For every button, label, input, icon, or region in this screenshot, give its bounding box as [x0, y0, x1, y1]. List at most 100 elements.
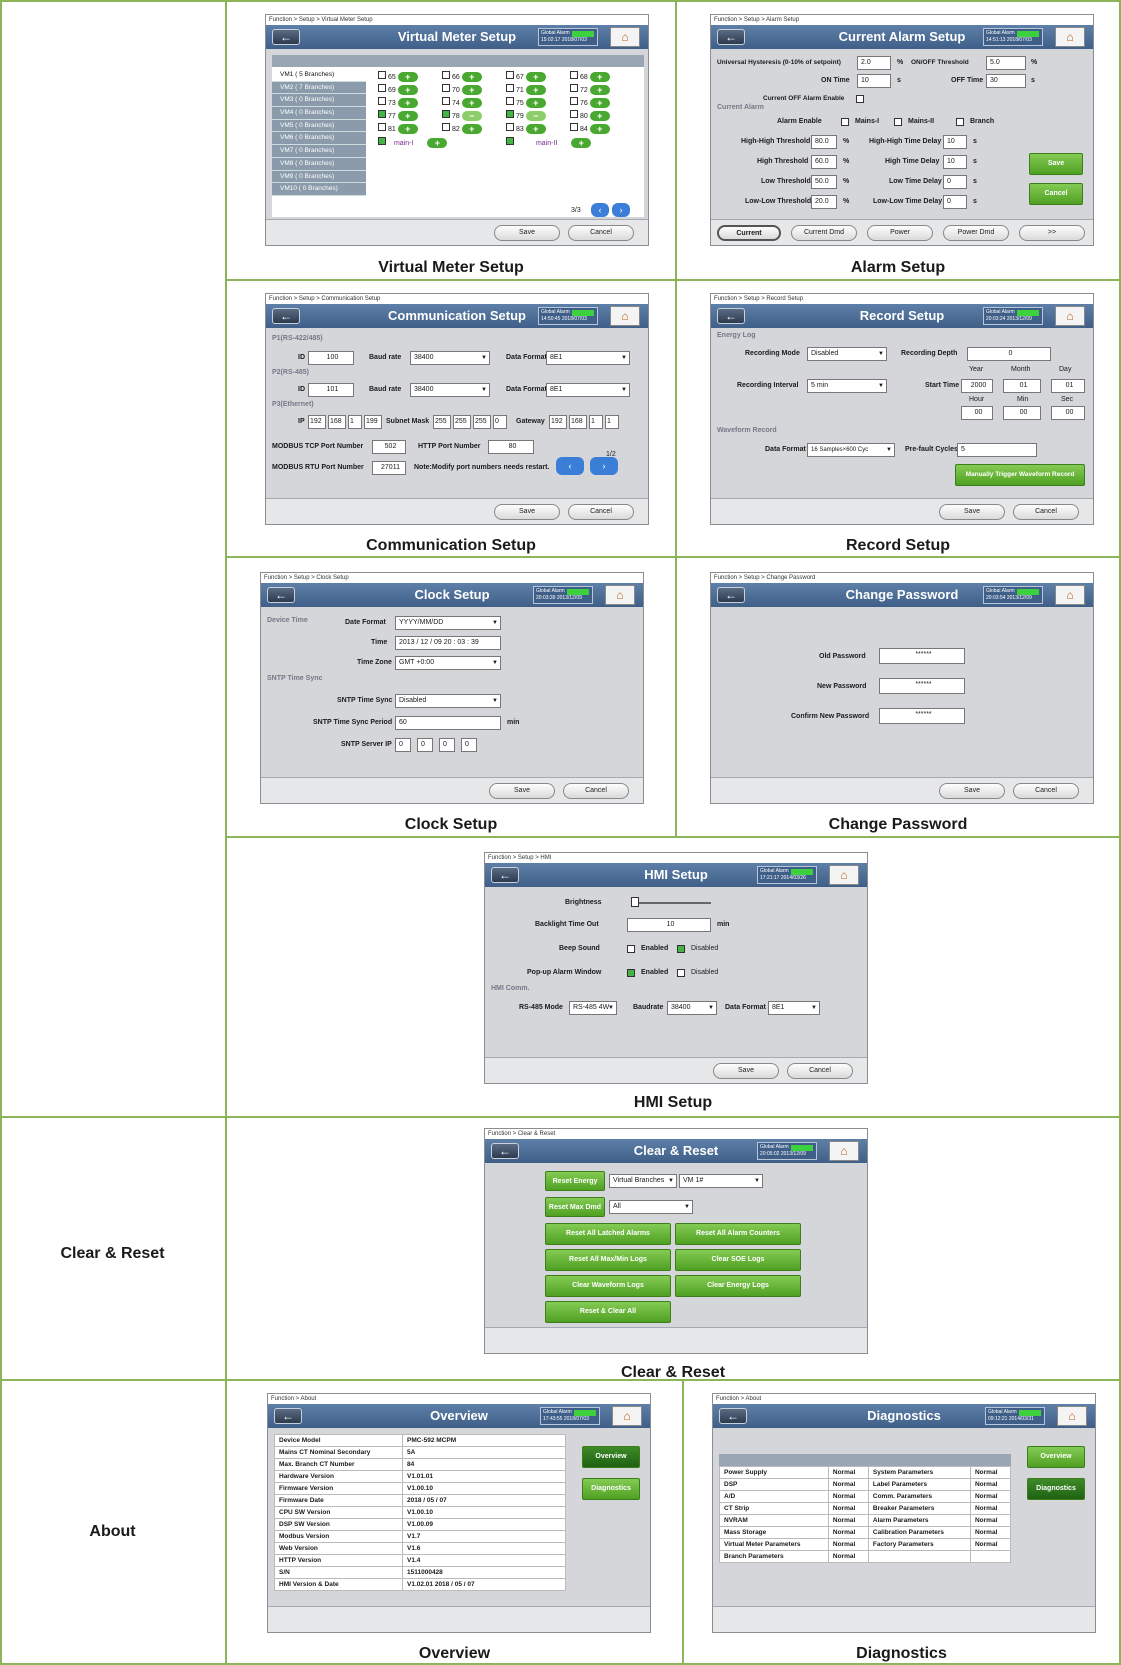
mains2-checkbox[interactable] [894, 118, 902, 126]
mask-octet[interactable]: 0 [493, 415, 507, 429]
save-button[interactable]: Save [494, 504, 560, 520]
format-select[interactable]: 8E1 [546, 383, 630, 397]
gateway-octet[interactable]: 1 [605, 415, 619, 429]
mask-octet[interactable]: 255 [453, 415, 471, 429]
vm-list-item[interactable]: VM6 ( 0 Branches) [272, 132, 366, 146]
reset-clear-all-button[interactable]: Reset & Clear All [545, 1301, 671, 1323]
save-button[interactable]: Save [489, 783, 555, 799]
branch-checkbox[interactable] [570, 71, 578, 79]
add-icon[interactable]: + [525, 124, 546, 135]
save-button[interactable]: Save [494, 225, 560, 241]
dmd-select[interactable]: All [609, 1200, 693, 1214]
tab-power-dmd[interactable]: Power Dmd [943, 225, 1009, 241]
branch-checkbox[interactable] [570, 123, 578, 131]
ip-octet[interactable]: 199 [364, 415, 382, 429]
branch-checkbox[interactable] [956, 118, 964, 126]
add-icon[interactable]: + [589, 72, 610, 83]
add-icon[interactable]: + [461, 124, 482, 135]
hour-input[interactable]: 00 [961, 406, 993, 420]
old-password-input[interactable]: ****** [879, 648, 965, 664]
home-button[interactable]: ⌂ [829, 1141, 859, 1161]
add-icon[interactable]: + [589, 111, 610, 122]
l-delay-input[interactable]: 0 [943, 175, 967, 189]
mask-octet[interactable]: 255 [433, 415, 451, 429]
diagnostics-tab-button[interactable]: Diagnostics [1027, 1478, 1085, 1500]
branch-checkbox[interactable] [378, 84, 386, 92]
l-threshold-input[interactable]: 50.0 [811, 175, 837, 189]
cancel-button[interactable]: Cancel [568, 225, 634, 241]
recording-depth-input[interactable]: 0 [967, 347, 1051, 361]
onoff-input[interactable]: 5.0 [986, 56, 1026, 70]
add-icon[interactable]: + [589, 124, 610, 135]
add-icon[interactable]: + [397, 98, 418, 109]
ip-octet[interactable]: 192 [308, 415, 326, 429]
h-delay-input[interactable]: 10 [943, 155, 967, 169]
add-icon[interactable]: + [397, 111, 418, 122]
off-time-input[interactable]: 30 [986, 74, 1026, 88]
sntp-period-input[interactable]: 60 [395, 716, 501, 730]
branch-checkbox[interactable] [378, 123, 386, 131]
reset-latched-alarms-button[interactable]: Reset All Latched Alarms [545, 1223, 671, 1245]
next-page-button[interactable]: › [590, 457, 618, 475]
add-icon[interactable]: + [589, 85, 610, 96]
popup-enabled-checkbox[interactable] [627, 969, 635, 977]
hysteresis-input[interactable]: 2.0 [857, 56, 891, 70]
mains-checkbox[interactable] [506, 137, 514, 145]
vm-select[interactable]: VM 1# [679, 1174, 763, 1188]
server-octet[interactable]: 0 [395, 738, 411, 752]
server-octet[interactable]: 0 [439, 738, 455, 752]
recording-mode-select[interactable]: Disabled [807, 347, 887, 361]
add-icon[interactable]: + [571, 138, 592, 149]
prev-page-button[interactable]: ‹ [556, 457, 584, 475]
hh-threshold-input[interactable]: 80.0 [811, 135, 837, 149]
beep-disabled-checkbox[interactable] [677, 945, 685, 953]
data-format-select[interactable]: 8E1 [768, 1001, 820, 1015]
data-format-select[interactable]: 16 Samples×600 Cyc [807, 443, 895, 457]
tab-current-dmd[interactable]: Current Dmd [791, 225, 857, 241]
tab-current[interactable]: Current [717, 225, 781, 241]
baudrate-select[interactable]: 38400 [667, 1001, 717, 1015]
vm-list-item[interactable]: VM7 ( 0 Branches) [272, 145, 366, 158]
month-input[interactable]: 01 [1003, 379, 1041, 393]
gateway-octet[interactable]: 192 [549, 415, 567, 429]
remove-icon[interactable]: − [525, 111, 546, 122]
cancel-button[interactable]: Cancel [1013, 783, 1079, 799]
cancel-button[interactable]: Cancel [787, 1063, 853, 1079]
clear-energy-logs-button[interactable]: Clear Energy Logs [675, 1275, 801, 1297]
save-button[interactable]: Save [713, 1063, 779, 1079]
server-octet[interactable]: 0 [417, 738, 433, 752]
vm-list-item[interactable]: VM1 ( 5 Branches) [272, 69, 366, 82]
mask-octet[interactable]: 255 [473, 415, 491, 429]
date-format-select[interactable]: YYYY/MM/DD [395, 616, 501, 630]
add-icon[interactable]: + [397, 72, 418, 83]
recording-interval-select[interactable]: 5 min [807, 379, 887, 393]
branch-checkbox[interactable] [378, 71, 386, 79]
home-button[interactable]: ⌂ [610, 306, 640, 326]
sntp-sync-select[interactable]: Disabled [395, 694, 501, 708]
clear-soe-logs-button[interactable]: Clear SOE Logs [675, 1249, 801, 1271]
vm-list-item[interactable]: VM3 ( 0 Branches) [272, 94, 366, 108]
remove-icon[interactable]: − [461, 111, 482, 122]
add-icon[interactable]: + [397, 124, 418, 135]
sec-input[interactable]: 00 [1051, 406, 1085, 420]
server-octet[interactable]: 0 [461, 738, 477, 752]
cancel-button[interactable]: Cancel [568, 504, 634, 520]
reset-max-dmd-button[interactable]: Reset Max Dmd [545, 1197, 605, 1217]
overview-tab-button[interactable]: Overview [582, 1446, 640, 1468]
vm-list-item[interactable]: VM10 ( 0 Branches) [272, 183, 366, 196]
reset-alarm-counters-button[interactable]: Reset All Alarm Counters [675, 1223, 801, 1245]
current-off-checkbox[interactable] [856, 95, 864, 103]
add-icon[interactable]: + [589, 98, 610, 109]
rs485-mode-select[interactable]: RS-485 4W [569, 1001, 617, 1015]
new-password-input[interactable]: ****** [879, 678, 965, 694]
prefault-input[interactable]: 5 [957, 443, 1037, 457]
home-button[interactable]: ⌂ [612, 1406, 642, 1426]
save-button[interactable]: Save [939, 504, 1005, 520]
h-threshold-input[interactable]: 60.0 [811, 155, 837, 169]
overview-tab-button[interactable]: Overview [1027, 1446, 1085, 1468]
cancel-button[interactable]: Cancel [1029, 183, 1083, 205]
vm-list-item[interactable]: VM8 ( 0 Branches) [272, 157, 366, 171]
next-page-button[interactable]: › [612, 203, 630, 217]
save-button[interactable]: Save [939, 783, 1005, 799]
reset-energy-button[interactable]: Reset Energy [545, 1171, 605, 1191]
